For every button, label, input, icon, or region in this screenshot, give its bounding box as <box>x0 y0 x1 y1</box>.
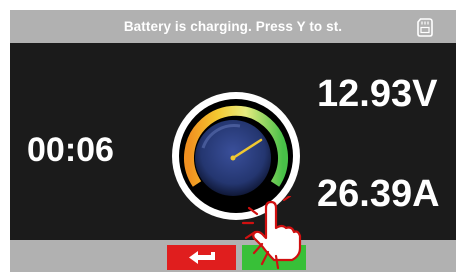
charger-screen: Battery is charging. Press Y to st. 00:0… <box>0 0 461 274</box>
button-bar <box>10 240 456 272</box>
return-arrow-icon <box>189 251 215 264</box>
status-header: Battery is charging. Press Y to st. <box>10 10 456 43</box>
charge-gauge-icon <box>172 92 300 220</box>
back-button[interactable] <box>167 245 236 270</box>
status-message: Battery is charging. Press Y to st. <box>123 19 343 34</box>
confirm-button[interactable] <box>242 245 306 270</box>
elapsed-time: 00:06 <box>27 131 114 169</box>
current-reading: 26.39A <box>317 173 440 215</box>
sd-card-icon <box>417 18 433 37</box>
voltage-reading: 12.93V <box>317 73 438 115</box>
display-frame: Battery is charging. Press Y to st. 00:0… <box>10 10 456 272</box>
readings-panel: 00:06 12.93V 26.39A <box>10 43 456 240</box>
